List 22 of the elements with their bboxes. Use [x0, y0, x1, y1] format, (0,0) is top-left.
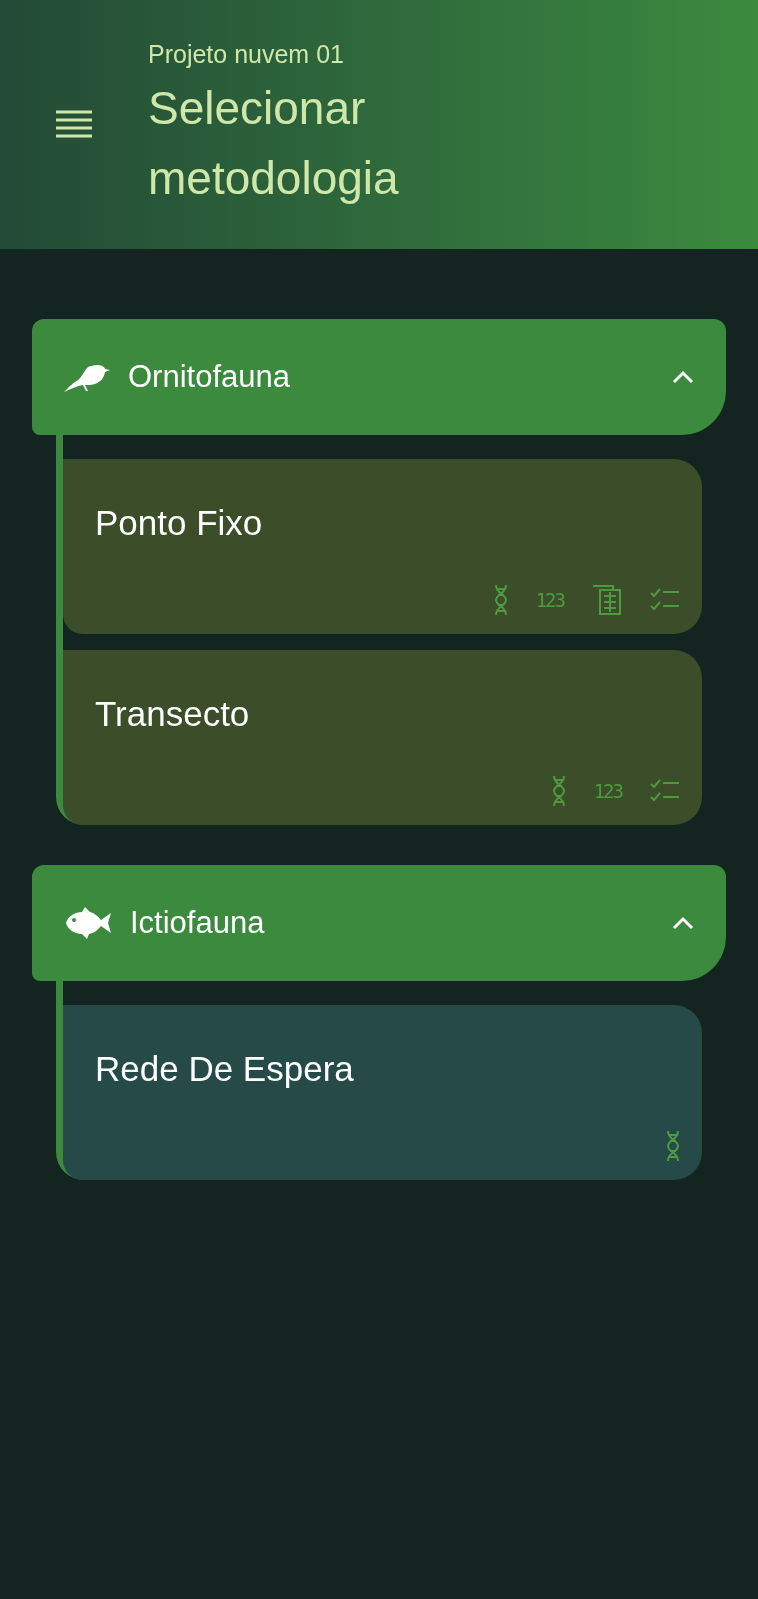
checklist-icon [650, 778, 680, 804]
method-card[interactable]: Transecto 123 [63, 650, 702, 825]
dna-icon [493, 584, 508, 616]
method-card[interactable]: Ponto Fixo 123 [63, 459, 702, 634]
checklist-icon [650, 587, 680, 613]
page-title: Selecionar metodologia [148, 81, 400, 207]
dna-icon [551, 775, 566, 807]
category-header[interactable]: Ornitofauna [32, 319, 726, 435]
project-name: Projeto nuvem 01 [148, 38, 345, 70]
chevron-up-icon [672, 370, 694, 384]
method-card[interactable]: Rede De Espera [63, 1005, 702, 1180]
method-name: Transecto [95, 693, 251, 735]
table-icon [592, 584, 622, 616]
method-name: Rede De Espera [95, 1048, 355, 1090]
numbers-icon: 123 [593, 776, 622, 806]
numbers-icon: 123 [535, 585, 564, 615]
chevron-up-icon [672, 916, 694, 930]
menu-icon[interactable] [56, 109, 92, 140]
dna-icon [666, 1130, 680, 1162]
method-name: Ponto Fixo [95, 502, 264, 544]
category-header[interactable]: Ictiofauna [32, 865, 726, 981]
fish-icon [64, 906, 112, 940]
